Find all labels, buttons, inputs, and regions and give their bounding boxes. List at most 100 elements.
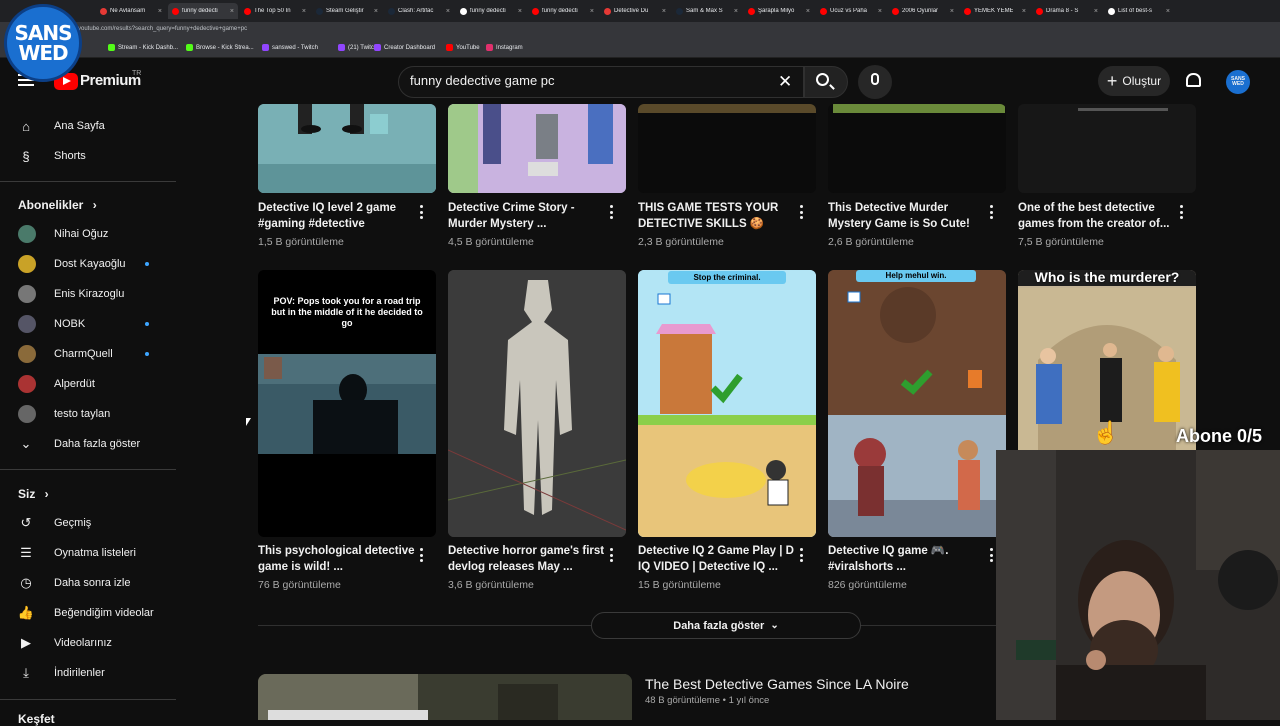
tab-close-icon[interactable]: × [230, 8, 234, 15]
sidebar-subscription-item[interactable]: Alperdüt [18, 374, 95, 394]
browser-tab[interactable]: Steam Geliştir × [312, 3, 382, 19]
tab-close-icon[interactable]: × [950, 8, 954, 15]
tab-label: Clash: Artifac [398, 8, 434, 14]
more-options-icon[interactable] [1180, 205, 1184, 219]
tab-close-icon[interactable]: × [374, 8, 378, 15]
more-options-icon[interactable] [610, 205, 614, 219]
video-title[interactable]: Detective Crime Story - Murder Mystery .… [448, 200, 606, 232]
browser-tab[interactable]: Clash: Artifac × [384, 3, 454, 19]
tab-close-icon[interactable]: × [518, 8, 522, 15]
browser-tab[interactable]: funny dedecti × [528, 3, 598, 19]
bookmark-item[interactable]: Browse - Kick Strea... [186, 44, 254, 51]
tab-close-icon[interactable]: × [1094, 8, 1098, 15]
browser-tab[interactable]: The Top 50 In × [240, 3, 310, 19]
sidebar-subscription-item[interactable]: testo taylan [18, 404, 110, 424]
video-thumbnail[interactable]: Stop the criminal. [638, 270, 816, 537]
sidebar-show-more[interactable]: ⌄ Daha fazla göster [18, 434, 141, 454]
browser-tab[interactable]: Sam & Max S × [672, 3, 742, 19]
tab-close-icon[interactable]: × [1166, 8, 1170, 15]
sidebar-item-shorts[interactable]: § Shorts [18, 146, 85, 166]
sidebar-item-playlists[interactable]: ☰ Oynatma listeleri [18, 543, 136, 563]
sidebar-item-history[interactable]: ↺ Geçmiş [18, 513, 92, 533]
subscriptions-heading[interactable]: Abonelikler › [18, 198, 97, 212]
sidebar-item-your-videos[interactable]: ▶ Videolarınız [18, 633, 112, 653]
bookmark-label: sanswed - Twitch [272, 44, 318, 51]
browser-tab[interactable]: Şarapla Milyo × [744, 3, 814, 19]
more-options-icon[interactable] [990, 548, 994, 562]
show-more-button[interactable]: Daha fazla göster ⌄ [591, 612, 861, 639]
sidebar-item-label: Beğendiğim videolar [54, 607, 154, 619]
browser-tab[interactable]: Ne Avlansam × [96, 3, 166, 19]
more-options-icon[interactable] [420, 205, 424, 219]
browser-tab[interactable]: Ucuz vs Paha × [816, 3, 886, 19]
sidebar-divider [0, 699, 176, 700]
tab-close-icon[interactable]: × [590, 8, 594, 15]
video-thumbnail[interactable]: POV: Pops took you for a road trip but i… [258, 270, 436, 537]
more-options-icon[interactable] [610, 548, 614, 562]
video-views: 7,5 B görüntüleme [1018, 236, 1104, 248]
bookmark-item[interactable]: (21) Twitch [338, 44, 377, 51]
featured-video-title[interactable]: The Best Detective Games Since LA Noire [645, 676, 909, 692]
video-title[interactable]: THIS GAME TESTS YOUR DETECTIVE SKILLS 🍪 [638, 200, 796, 232]
browser-tab[interactable]: YEMEK YEME × [960, 3, 1030, 19]
video-title[interactable]: One of the best detective games from the… [1018, 200, 1176, 232]
video-thumbnail[interactable]: Help mehul win. [828, 270, 1006, 537]
bookmark-item[interactable]: Instagram [486, 44, 523, 51]
video-thumbnail[interactable] [448, 104, 626, 193]
tab-close-icon[interactable]: × [662, 8, 666, 15]
browser-tab[interactable]: Detective Du × [600, 3, 670, 19]
sidebar-divider [0, 469, 176, 470]
mic-icon [871, 73, 879, 85]
bookmark-item[interactable]: sanswed - Twitch [262, 44, 318, 51]
browser-tab[interactable]: Drama 8 - S × [1032, 3, 1102, 19]
video-thumbnail[interactable] [258, 104, 436, 193]
bookmark-item[interactable]: YouTube [446, 44, 480, 51]
bookmark-item[interactable]: Creator Dashboard [374, 44, 435, 51]
notifications-bell-icon[interactable] [1186, 73, 1201, 87]
bookmark-item[interactable]: Stream - Kick Dashb... [108, 44, 178, 51]
avatar[interactable]: SANS WED [1226, 70, 1250, 94]
video-title[interactable]: Detective horror game's first devlog rel… [448, 543, 606, 575]
tab-close-icon[interactable]: × [446, 8, 450, 15]
sidebar-item-downloads[interactable]: ⤓ İndirilenler [18, 663, 105, 683]
browser-tab[interactable]: funny dedecti × [456, 3, 526, 19]
browser-tab[interactable]: 2006 Oyunlar × [888, 3, 958, 19]
more-options-icon[interactable] [800, 548, 804, 562]
video-title[interactable]: This Detective Murder Mystery Game is So… [828, 200, 986, 232]
search-input[interactable]: funny dedective game pc [410, 73, 555, 88]
tab-close-icon[interactable]: × [734, 8, 738, 15]
browser-tab[interactable]: funny dedecti × [168, 3, 238, 19]
video-thumbnail[interactable] [828, 104, 1006, 193]
video-thumbnail[interactable] [1018, 104, 1196, 193]
tab-label: List of best-s [1118, 8, 1153, 14]
thumbnail-caption: Help mehul win. [856, 270, 976, 282]
more-options-icon[interactable] [800, 205, 804, 219]
more-options-icon[interactable] [420, 548, 424, 562]
create-button[interactable]: + Oluştur [1098, 66, 1170, 96]
tab-close-icon[interactable]: × [878, 8, 882, 15]
tab-close-icon[interactable]: × [158, 8, 162, 15]
sidebar-item-home[interactable]: ⌂ Ana Sayfa [18, 116, 105, 136]
tab-close-icon[interactable]: × [1022, 8, 1026, 15]
sidebar-subscription-item[interactable]: CharmQuell [18, 344, 113, 364]
featured-video-thumbnail[interactable] [258, 674, 632, 720]
sidebar-item-watch-later[interactable]: ◷ Daha sonra izle [18, 573, 130, 593]
browser-tab[interactable]: List of best-s × [1104, 3, 1174, 19]
tab-close-icon[interactable]: × [806, 8, 810, 15]
more-options-icon[interactable] [990, 205, 994, 219]
video-title[interactable]: Detective IQ level 2 game #gaming #detec… [258, 200, 416, 232]
you-heading[interactable]: Siz › [18, 487, 49, 501]
tab-close-icon[interactable]: × [302, 8, 306, 15]
sidebar-item-like[interactable]: 👍 Beğendiğim videolar [18, 603, 154, 623]
sidebar-subscription-item[interactable]: Dost Kayaoğlu [18, 254, 126, 274]
clear-search-icon[interactable]: ✕ [778, 72, 792, 92]
url-field[interactable]: youtube.com/results?search_query=funny+d… [78, 26, 247, 32]
sidebar-subscription-item[interactable]: Nihai Oğuz [18, 224, 108, 244]
video-title[interactable]: Detective IQ game 🎮. #viralshorts ... [828, 543, 986, 575]
video-title[interactable]: Detective IQ 2 Game Play | D IQ VIDEO | … [638, 543, 796, 575]
video-thumbnail[interactable] [638, 104, 816, 193]
video-title[interactable]: This psychological detective game is wil… [258, 543, 416, 575]
video-thumbnail[interactable] [448, 270, 626, 537]
sidebar-subscription-item[interactable]: NOBK [18, 314, 85, 334]
sidebar-subscription-item[interactable]: Enis Kirazoglu [18, 284, 124, 304]
